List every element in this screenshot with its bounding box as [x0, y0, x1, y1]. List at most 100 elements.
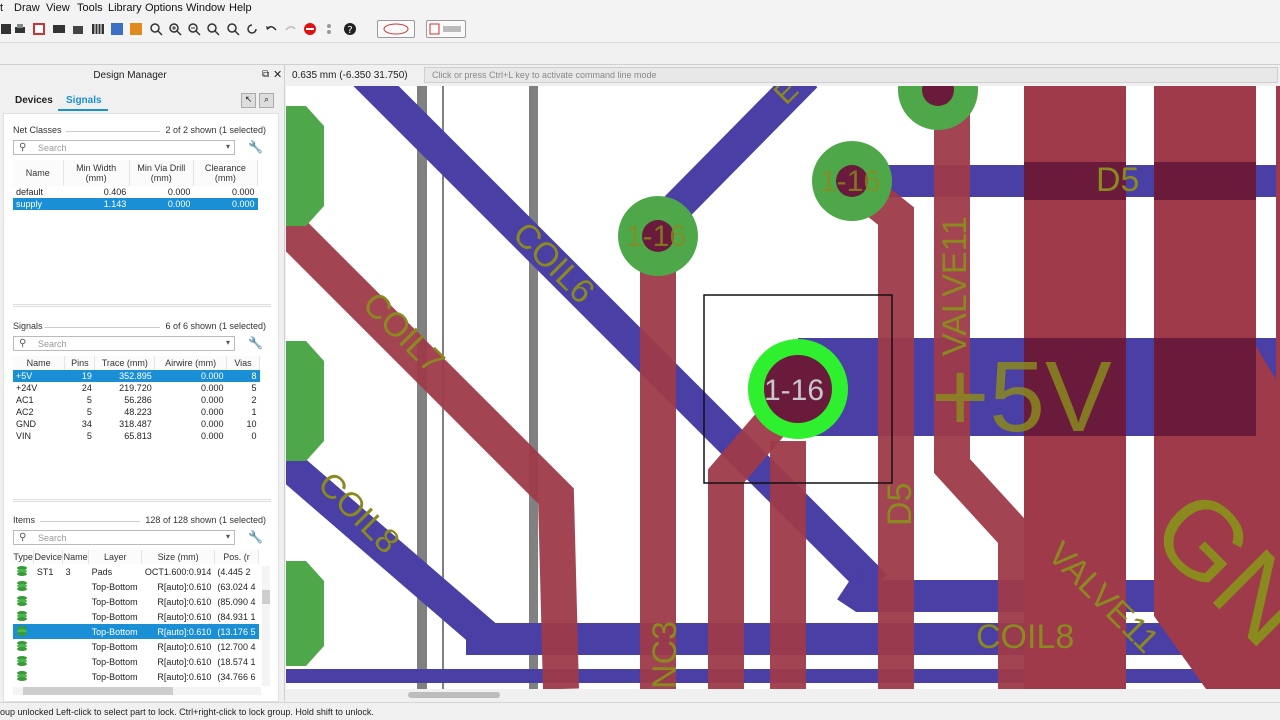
zoom-previous-icon[interactable] [226, 22, 240, 36]
canvas-horizontal-scrollbar[interactable] [286, 689, 1280, 702]
cell: 65.813 [124, 431, 152, 441]
pad[interactable] [286, 106, 324, 226]
table-row[interactable]: ST1 3 Pads OCT1.600:0.914 (4.445 2 [13, 564, 259, 579]
select-tool-icon[interactable]: ↖ [241, 93, 256, 108]
stop-icon[interactable] [303, 22, 317, 36]
menu-view[interactable]: View [46, 2, 70, 14]
table-row-selected[interactable]: +5V 19 352.895 0.000 8 [13, 370, 260, 382]
library-icon[interactable] [71, 22, 85, 36]
table-row[interactable]: AC2 5 48.223 0.000 1 [13, 406, 260, 418]
menu-library[interactable]: Library [108, 2, 142, 14]
close-icon[interactable]: ✕ [273, 68, 282, 81]
board-icon[interactable] [52, 22, 66, 36]
ulp-icon[interactable] [129, 22, 143, 36]
menu-tools[interactable]: Tools [77, 2, 103, 14]
divider [40, 521, 140, 522]
table-row[interactable]: +24V 24 219.720 0.000 5 [13, 382, 260, 394]
table-row[interactable]: Top-Bottom R[auto]:0.610 (12.700 4 [13, 639, 259, 654]
col-name[interactable]: Name [13, 356, 66, 370]
pcb-quote-button[interactable] [426, 20, 466, 38]
col-min-via-drill[interactable]: Min Via Drill (mm) [129, 160, 194, 186]
zoom-tool-icon[interactable]: ⌕ [259, 93, 274, 108]
design-link-logo-icon [383, 23, 409, 35]
col-layer[interactable]: Layer [88, 550, 143, 564]
col-clearance[interactable]: Clearance (mm) [193, 160, 259, 186]
tab-devices[interactable]: Devices [15, 95, 53, 106]
table-row[interactable]: Top-Bottom R[auto]:0.610 (18.574 1 [13, 654, 259, 669]
section-splitter[interactable] [13, 304, 271, 307]
redo-icon[interactable] [284, 22, 298, 36]
command-line-input[interactable]: Click or press Ctrl+L key to activate co… [424, 67, 1278, 83]
script-icon[interactable] [110, 22, 124, 36]
wrench-icon[interactable]: 🔧 [248, 336, 263, 350]
board-drawing[interactable]: 1-16 1-16 1-16 +5V D5 COIL8 COIL6 COIL7 … [286, 86, 1280, 689]
col-pos[interactable]: Pos. (r [214, 550, 260, 564]
zoom-fit-icon[interactable] [149, 22, 163, 36]
cell: R[auto]:0.610 [157, 611, 212, 622]
pad[interactable] [286, 341, 324, 461]
table-row-selected[interactable]: supply 1.143 0.000 0.000 [13, 198, 258, 210]
scroll-thumb[interactable] [408, 692, 500, 698]
grid-icon[interactable] [91, 22, 105, 36]
chevron-down-icon[interactable]: ▾ [226, 142, 230, 151]
col-trace[interactable]: Trace (mm) [94, 356, 156, 370]
chevron-down-icon[interactable]: ▾ [226, 338, 230, 347]
table-row[interactable]: default 0.406 0.000 0.000 [13, 186, 258, 198]
pad[interactable] [286, 561, 324, 666]
menu-draw[interactable]: Draw [14, 2, 40, 14]
status-bar: oup unlocked Left-click to select part t… [0, 702, 1280, 720]
col-vias[interactable]: Vias [226, 356, 260, 370]
wrench-icon[interactable]: 🔧 [248, 140, 263, 154]
scroll-thumb[interactable] [23, 687, 173, 695]
undo-icon[interactable] [264, 22, 278, 36]
save-icon[interactable] [0, 22, 14, 36]
help-icon[interactable]: ? [343, 22, 357, 36]
col-size[interactable]: Size (mm) [141, 550, 215, 564]
items-horizontal-scrollbar[interactable] [13, 687, 261, 695]
col-pins[interactable]: Pins [64, 356, 96, 370]
zoom-select-icon[interactable] [206, 22, 220, 36]
col-min-width[interactable]: Min Width (mm) [63, 160, 130, 186]
table-row[interactable]: AC1 5 56.286 0.000 2 [13, 394, 260, 406]
menu-window[interactable]: Window [186, 2, 225, 14]
items-vertical-scrollbar[interactable] [262, 566, 270, 686]
design-link-button[interactable] [377, 20, 415, 38]
board-canvas[interactable]: 1-16 1-16 1-16 +5V D5 COIL8 COIL6 COIL7 … [286, 86, 1280, 689]
zoom-out-icon[interactable] [187, 22, 201, 36]
label-d5: D5 [1096, 161, 1139, 199]
wrench-icon[interactable]: 🔧 [248, 530, 263, 544]
float-icon[interactable]: ⧉ [262, 69, 269, 80]
table-row[interactable]: Top-Bottom R[auto]:0.610 (85.090 4 [13, 594, 259, 609]
items-search[interactable]: ⚲ Search ▾ [13, 530, 235, 545]
chevron-down-icon[interactable]: ▾ [226, 532, 230, 541]
table-row[interactable]: Top-Bottom R[auto]:0.610 (34.766 6 [13, 669, 259, 684]
via-label: 1-16 [820, 165, 880, 198]
net-classes-search[interactable]: ⚲ Search ▾ [13, 140, 235, 155]
redraw-icon[interactable] [245, 22, 259, 36]
section-splitter[interactable] [13, 499, 271, 502]
col-name[interactable]: Name [62, 550, 90, 564]
status-text: oup unlocked Left-click to select part t… [0, 707, 374, 717]
cell: 48.223 [124, 407, 152, 417]
table-row-selected[interactable]: Top-Bottom R[auto]:0.610 (13.176 5 [13, 624, 259, 639]
col-airwire[interactable]: Airwire (mm) [154, 356, 228, 370]
col-device[interactable]: Device [33, 550, 64, 564]
table-row[interactable]: Top-Bottom R[auto]:0.610 (63.024 4 [13, 579, 259, 594]
signals-search[interactable]: ⚲ Search ▾ [13, 336, 235, 351]
menu-edit-partial[interactable]: t [0, 2, 3, 14]
menu-help[interactable]: Help [229, 2, 252, 14]
scroll-thumb[interactable] [262, 590, 270, 604]
table-row[interactable]: GND 34 318.487 0.000 10 [13, 418, 260, 430]
go-icon[interactable] [322, 22, 336, 36]
cam-icon[interactable] [32, 22, 46, 36]
tab-signals[interactable]: Signals [66, 95, 102, 106]
col-type[interactable]: Type [13, 550, 35, 564]
col-name[interactable]: Name [13, 160, 64, 186]
via-label: 1-16 [626, 220, 686, 253]
menu-options[interactable]: Options [145, 2, 183, 14]
table-row[interactable]: Top-Bottom R[auto]:0.610 (84.931 1 [13, 609, 259, 624]
zoom-in-icon[interactable] [168, 22, 182, 36]
print-icon[interactable] [13, 22, 27, 36]
table-row[interactable]: VIN 5 65.813 0.000 0 [13, 430, 260, 442]
cell: 352.895 [94, 370, 155, 382]
